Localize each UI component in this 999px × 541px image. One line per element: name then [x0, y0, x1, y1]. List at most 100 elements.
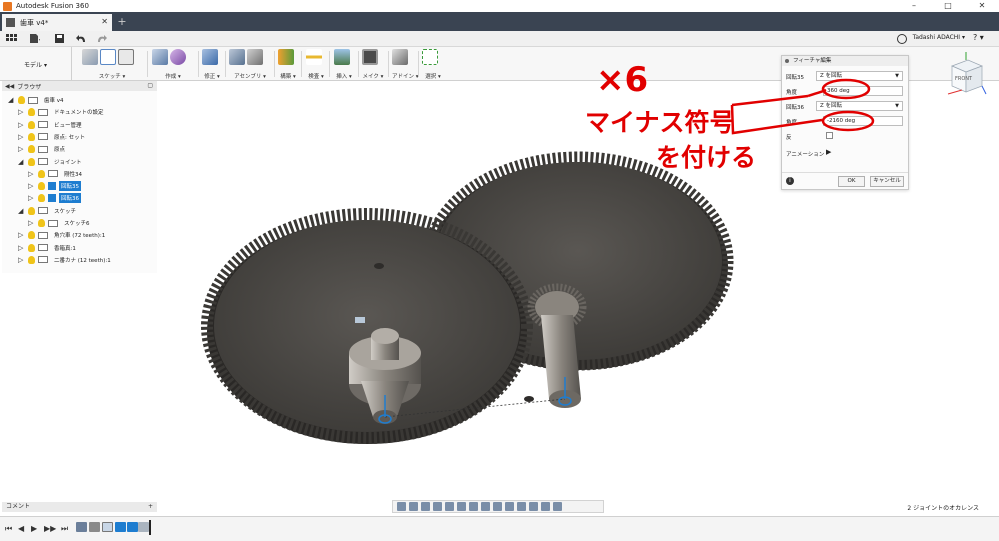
browser-item[interactable]: ◢ ジョイント: [18, 157, 84, 167]
visibility-bulb-icon[interactable]: [28, 132, 35, 141]
angle1-input[interactable]: 360 deg: [823, 86, 903, 96]
addins-group[interactable]: アドイン ▾: [392, 49, 419, 80]
browser-item[interactable]: ▷ 原点: [18, 144, 67, 154]
add-comment-icon[interactable]: +: [148, 502, 153, 512]
browser-item[interactable]: ◢ 歯車 v4: [8, 95, 66, 105]
animation-play-icon[interactable]: ▶: [826, 148, 831, 156]
collapsed-triangle-icon[interactable]: ▷: [18, 145, 25, 153]
collapsed-triangle-icon[interactable]: ▷: [28, 219, 35, 227]
timeline-component-icon[interactable]: [76, 522, 87, 532]
minimize-button[interactable]: –: [897, 0, 931, 12]
timeline-next-button[interactable]: ▶▶: [44, 524, 56, 533]
timeline-marker[interactable]: [149, 520, 151, 535]
look-at-icon[interactable]: [409, 502, 418, 511]
timeline-last-button[interactable]: ⏭: [61, 524, 68, 534]
sketch-group[interactable]: スケッチ ▾: [82, 49, 142, 80]
visibility-bulb-icon[interactable]: [28, 108, 35, 117]
expanded-triangle-icon[interactable]: ◢: [18, 158, 25, 166]
visibility-bulb-icon[interactable]: [28, 120, 35, 129]
timeline-revolute-joint-icon[interactable]: [127, 522, 138, 532]
browser-item[interactable]: ▷ 回転36: [28, 193, 81, 204]
joint1-type-select[interactable]: Z を回転 ▼: [816, 71, 903, 81]
close-window-button[interactable]: ✕: [965, 0, 999, 12]
job-status-clock-icon[interactable]: [897, 34, 907, 44]
browser-item[interactable]: ▷ 二番カナ (12 teeth):1: [18, 255, 113, 265]
new-tab-button[interactable]: +: [116, 16, 128, 28]
comments-bar[interactable]: コメント +: [2, 502, 157, 512]
timeline-joint-icon[interactable]: [89, 522, 100, 532]
visibility-bulb-icon[interactable]: [38, 169, 45, 178]
timeline-revolute-joint-icon[interactable]: [115, 522, 126, 532]
pan-hand-icon[interactable]: [421, 502, 430, 511]
browser-item[interactable]: ▷ 剛性34: [28, 169, 84, 179]
make-group[interactable]: メイク ▾: [362, 49, 384, 80]
browser-item[interactable]: ▷ 原点: セット: [18, 132, 87, 142]
visibility-bulb-icon[interactable]: [38, 182, 45, 191]
collapsed-triangle-icon[interactable]: ▷: [28, 194, 35, 202]
browser-item[interactable]: ◢ スケッチ: [18, 206, 78, 216]
effects-icon[interactable]: [541, 502, 550, 511]
browser-item[interactable]: ▷ スケッチ6: [28, 218, 92, 228]
select-arrow-icon[interactable]: [422, 49, 438, 65]
collapsed-triangle-icon[interactable]: ▷: [28, 170, 35, 178]
browser-pin-button[interactable]: ▢: [147, 82, 153, 89]
form-sphere-icon[interactable]: [170, 49, 186, 65]
construct-group[interactable]: 構築 ▾: [278, 49, 298, 80]
create-sketch-icon[interactable]: [82, 49, 98, 65]
redo-icon[interactable]: [96, 33, 108, 44]
rectangle-tool-icon[interactable]: [118, 49, 134, 65]
undo-icon[interactable]: [76, 33, 88, 44]
joint-icon[interactable]: [247, 49, 263, 65]
measure-icon[interactable]: [306, 49, 322, 65]
viewports-icon[interactable]: [481, 502, 490, 511]
extrude-icon[interactable]: [152, 49, 168, 65]
visibility-bulb-icon[interactable]: [28, 145, 35, 154]
modify-group[interactable]: 修正 ▾: [202, 49, 222, 80]
cancel-button[interactable]: キャンセル: [870, 176, 904, 187]
collapsed-triangle-icon[interactable]: ▷: [18, 133, 25, 141]
display-settings-icon[interactable]: [457, 502, 466, 511]
browser-item[interactable]: ▷ 香箱真:1: [18, 243, 78, 253]
insert-image-icon[interactable]: [334, 49, 350, 65]
workspace-switcher[interactable]: モデル ▾: [0, 47, 72, 81]
collapsed-triangle-icon[interactable]: ▷: [18, 256, 25, 264]
visibility-bulb-icon[interactable]: [28, 243, 35, 252]
visibility-bulb-icon[interactable]: [18, 96, 25, 104]
browser-item[interactable]: ▷ 回転35: [28, 181, 81, 192]
fit-icon[interactable]: [445, 502, 454, 511]
grid-menu-icon[interactable]: [5, 33, 17, 44]
visual-style-icon[interactable]: [517, 502, 526, 511]
shaded-icon[interactable]: [505, 502, 514, 511]
3d-print-icon[interactable]: [362, 49, 378, 65]
timeline-play-button[interactable]: ▶: [31, 524, 37, 533]
dialog-collapse-icon[interactable]: [785, 59, 789, 63]
new-component-icon[interactable]: [229, 49, 245, 65]
visibility-bulb-icon[interactable]: [38, 194, 45, 203]
collapsed-triangle-icon[interactable]: ▷: [18, 121, 25, 129]
timeline-motion-link-icon[interactable]: [138, 522, 149, 532]
browser-item[interactable]: ▷ 角穴車 (72 teeth):1: [18, 230, 107, 240]
timeline-first-button[interactable]: ⏮: [5, 524, 12, 534]
zoom-icon[interactable]: [433, 502, 442, 511]
document-tab[interactable]: 歯車 v4* ✕: [2, 14, 112, 31]
collapsed-triangle-icon[interactable]: ▷: [18, 244, 25, 252]
visibility-bulb-icon[interactable]: [38, 219, 45, 227]
collapsed-triangle-icon[interactable]: ▷: [18, 108, 25, 116]
angle2-input[interactable]: -2160 deg: [823, 116, 903, 126]
timeline-sketch-icon[interactable]: [102, 522, 113, 532]
close-tab-icon[interactable]: ✕: [101, 17, 108, 26]
collapsed-triangle-icon[interactable]: ▷: [18, 231, 25, 239]
viewcube[interactable]: FRONT: [944, 50, 988, 102]
reverse-checkbox[interactable]: [826, 132, 833, 139]
create-group[interactable]: 作成 ▾: [152, 49, 194, 80]
browser-item[interactable]: ▷ ドキュメントの設定: [18, 107, 106, 117]
save-icon[interactable]: [54, 33, 66, 44]
press-pull-icon[interactable]: [202, 49, 218, 65]
user-account-menu[interactable]: Tadashi ADACHI ▾: [913, 34, 965, 41]
environment-icon[interactable]: [529, 502, 538, 511]
file-menu-icon[interactable]: [28, 33, 40, 44]
visibility-bulb-icon[interactable]: [28, 231, 35, 240]
collapsed-triangle-icon[interactable]: ▷: [28, 182, 35, 190]
maximize-button[interactable]: □: [931, 0, 965, 12]
visibility-bulb-icon[interactable]: [28, 255, 35, 264]
